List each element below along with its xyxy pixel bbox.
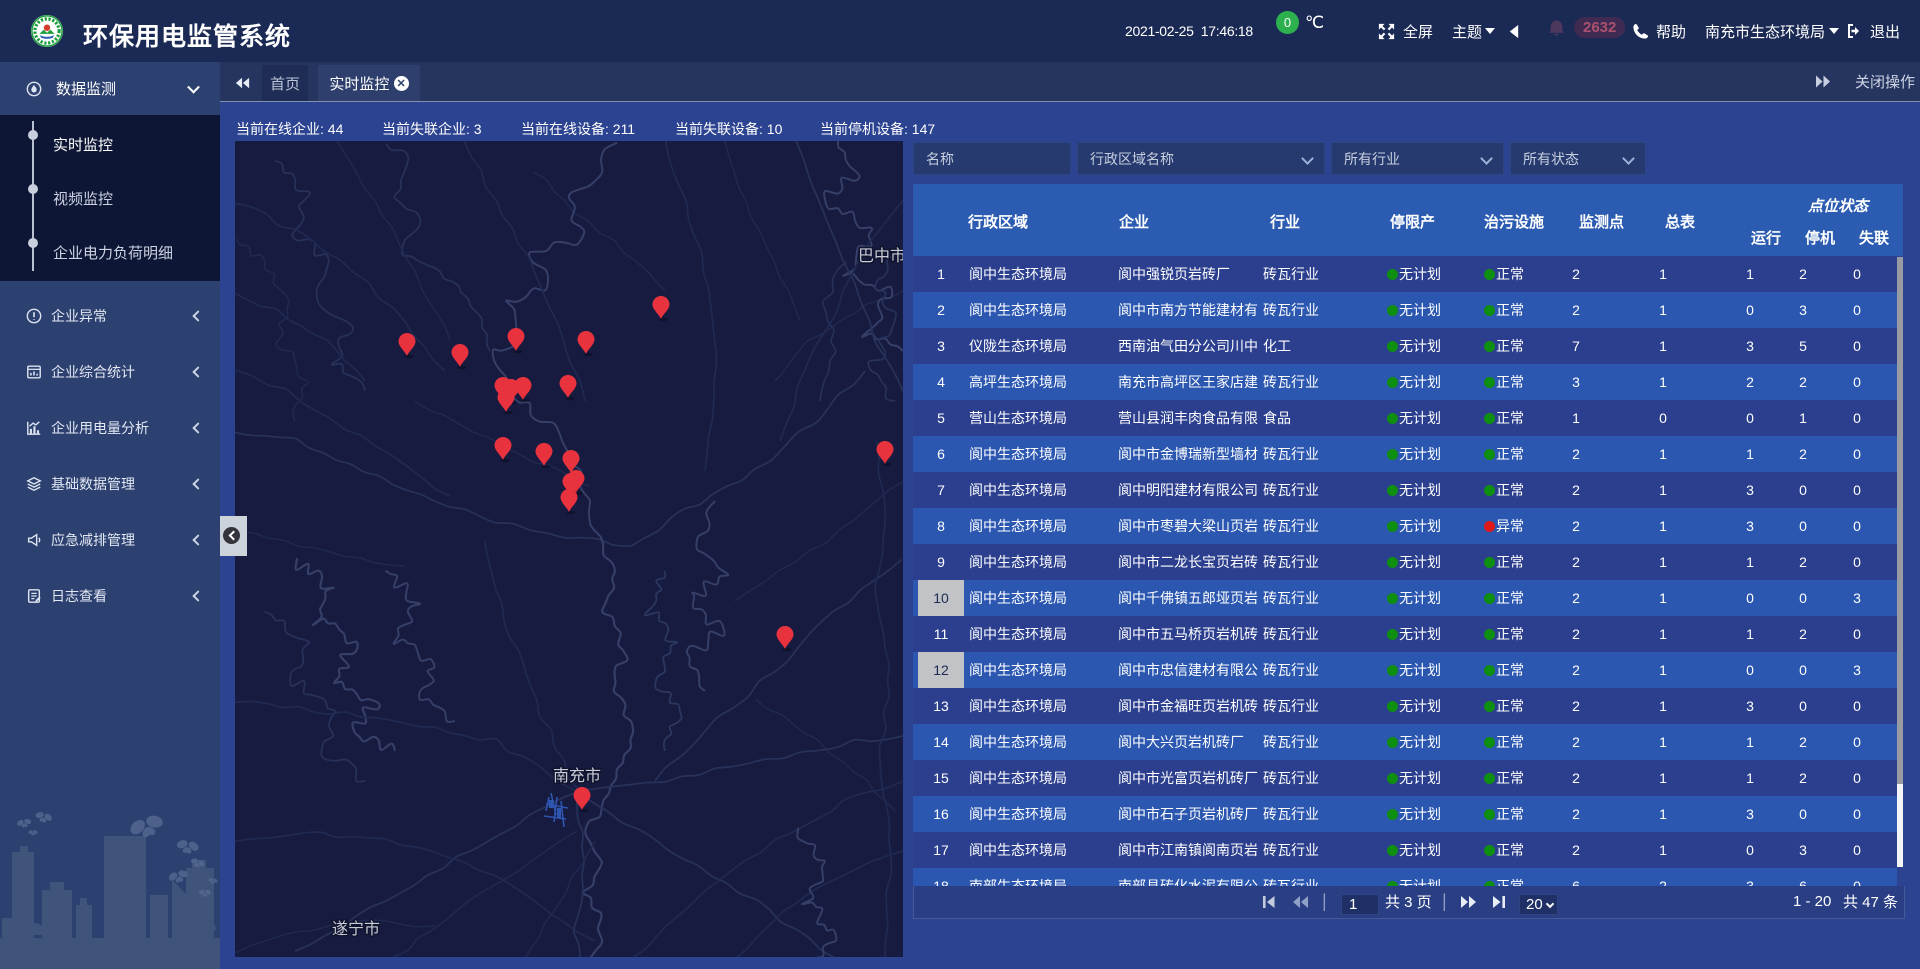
svg-text:南充市: 南充市 [553, 767, 601, 785]
svg-text:巴中市: 巴中市 [858, 247, 903, 265]
svg-text:遂宁市: 遂宁市 [332, 920, 380, 938]
